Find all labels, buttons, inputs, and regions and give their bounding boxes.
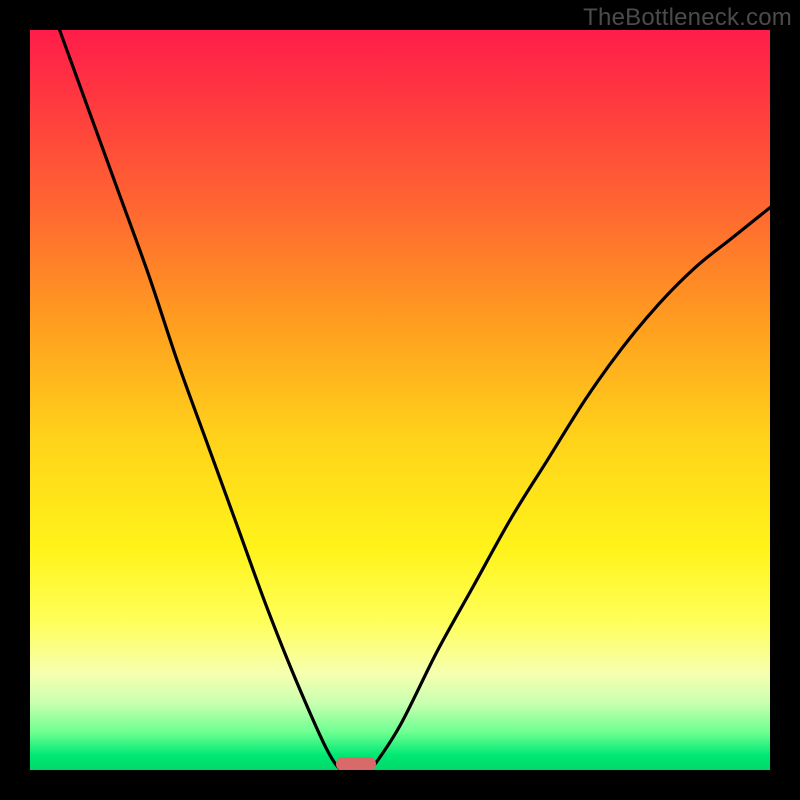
bottleneck-curve [30,30,770,770]
watermark-text: TheBottleneck.com [583,4,792,32]
optimal-marker [336,757,376,770]
chart-frame: TheBottleneck.com [0,0,800,800]
curve-path [60,30,770,770]
plot-area [30,30,770,770]
